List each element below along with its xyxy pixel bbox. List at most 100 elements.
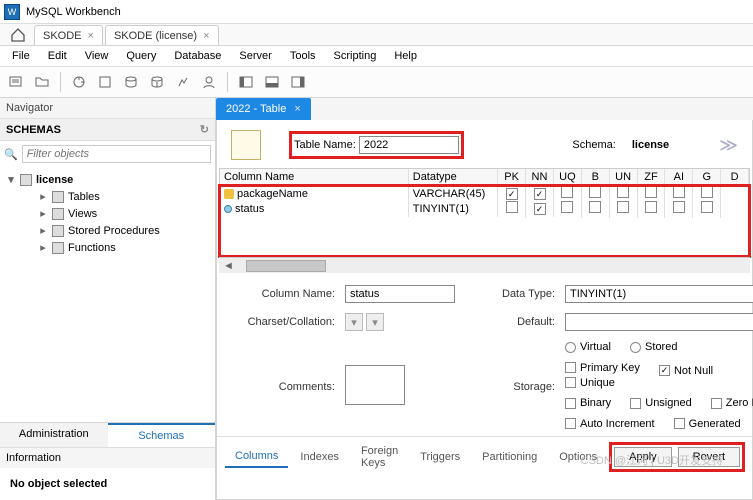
col-header-pk[interactable]: PK	[498, 169, 526, 185]
checkbox[interactable]	[589, 186, 601, 198]
tree-tables[interactable]: ▸Tables	[2, 188, 213, 205]
checkbox[interactable]	[645, 201, 657, 213]
checkbox[interactable]	[506, 201, 518, 213]
col-header-uq[interactable]: UQ	[554, 169, 582, 185]
col-header-un[interactable]: UN	[610, 169, 638, 185]
default-input[interactable]	[565, 313, 753, 331]
table-row[interactable]: statusTINYINT(1)✓	[220, 201, 749, 216]
menu-database[interactable]: Database	[166, 48, 229, 64]
panel-bottom-button[interactable]	[260, 70, 284, 94]
menu-query[interactable]: Query	[118, 48, 164, 64]
menu-help[interactable]: Help	[386, 48, 425, 64]
tree-views[interactable]: ▸Views	[2, 205, 213, 222]
collation-dropdown[interactable]: ▾	[366, 313, 384, 331]
radio-virtual[interactable]: Virtual	[565, 341, 611, 353]
checkbox[interactable]: ✓	[506, 188, 518, 200]
data-import-button[interactable]	[145, 70, 169, 94]
apply-button[interactable]: Apply	[614, 447, 672, 467]
check-binary[interactable]: Binary	[565, 397, 611, 409]
expand-icon[interactable]: ▸	[38, 241, 48, 254]
checkbox[interactable]: ✓	[534, 188, 546, 200]
menu-file[interactable]: File	[4, 48, 38, 64]
db-node[interactable]: ▾ license	[2, 171, 213, 188]
conn-tab-0[interactable]: SKODE ×	[34, 25, 103, 45]
open-sql-script-button[interactable]	[30, 70, 54, 94]
schema-tree[interactable]: ▾ license ▸Tables ▸Views ▸Stored Procedu…	[0, 167, 215, 422]
menu-view[interactable]: View	[77, 48, 117, 64]
tree-functions[interactable]: ▸Functions	[2, 239, 213, 256]
radio-stored[interactable]: Stored	[630, 341, 677, 353]
checkbox[interactable]	[701, 186, 713, 198]
table-name-input[interactable]	[359, 136, 459, 154]
tab-triggers[interactable]: Triggers	[410, 447, 470, 467]
menu-server[interactable]: Server	[231, 48, 279, 64]
col-header-name[interactable]: Column Name	[220, 169, 409, 185]
conn-tab-1[interactable]: SKODE (license) ×	[105, 25, 219, 45]
tab-schemas[interactable]: Schemas	[108, 423, 216, 447]
checkbox[interactable]: ✓	[534, 203, 546, 215]
columns-body[interactable]: packageNameVARCHAR(45)✓✓statusTINYINT(1)…	[220, 186, 749, 256]
panel-left-button[interactable]	[234, 70, 258, 94]
admin-button[interactable]	[93, 70, 117, 94]
check-not-null[interactable]: ✓Not Null	[659, 365, 713, 377]
tab-administration[interactable]: Administration	[0, 423, 108, 447]
expand-icon[interactable]: ▸	[38, 207, 48, 220]
checkbox[interactable]	[701, 201, 713, 213]
users-button[interactable]	[197, 70, 221, 94]
checkbox[interactable]	[617, 201, 629, 213]
expand-icon[interactable]: ▾	[6, 173, 16, 186]
column-name-input[interactable]	[345, 285, 455, 303]
tab-partitioning[interactable]: Partitioning	[472, 447, 547, 467]
check-auto-increment[interactable]: Auto Increment	[565, 418, 655, 430]
col-header-g[interactable]: G	[693, 169, 721, 185]
check-primary-key[interactable]: Primary Key	[565, 362, 640, 374]
expand-icon[interactable]: ▸	[38, 224, 48, 237]
tab-foreign-keys[interactable]: Foreign Keys	[351, 441, 408, 473]
expand-collapse-icon[interactable]: ≫	[719, 135, 738, 156]
tree-stored-procedures[interactable]: ▸Stored Procedures	[2, 222, 213, 239]
checkbox[interactable]	[561, 201, 573, 213]
reconnect-button[interactable]	[67, 70, 91, 94]
datatype-input[interactable]	[565, 285, 753, 303]
menu-edit[interactable]: Edit	[40, 48, 75, 64]
refresh-icon[interactable]: ↻	[200, 123, 209, 136]
checkbox[interactable]	[617, 186, 629, 198]
checkbox[interactable]	[589, 201, 601, 213]
tab-options[interactable]: Options	[549, 447, 607, 467]
checkbox[interactable]	[673, 186, 685, 198]
filter-input[interactable]	[22, 145, 211, 163]
panel-right-button[interactable]	[286, 70, 310, 94]
scroll-left-icon[interactable]: ◄	[219, 260, 238, 272]
editor-tab-active[interactable]: 2022 - Table ×	[216, 98, 311, 120]
col-header-b[interactable]: B	[582, 169, 610, 185]
data-export-button[interactable]	[119, 70, 143, 94]
check-unsigned[interactable]: Unsigned	[630, 397, 691, 409]
close-icon[interactable]: ×	[294, 103, 300, 115]
menu-tools[interactable]: Tools	[282, 48, 324, 64]
expand-icon[interactable]: ▸	[38, 190, 48, 203]
col-header-type[interactable]: Datatype	[409, 169, 498, 185]
check-zero-fill[interactable]: Zero Fill	[711, 397, 753, 409]
col-header-nn[interactable]: NN	[526, 169, 554, 185]
revert-button[interactable]: Revert	[678, 447, 740, 467]
charset-dropdown[interactable]: ▾	[345, 313, 363, 331]
col-header-ai[interactable]: AI	[665, 169, 693, 185]
tab-indexes[interactable]: Indexes	[290, 447, 349, 467]
scroll-thumb[interactable]	[246, 260, 326, 272]
col-header-d[interactable]: D	[721, 169, 749, 185]
col-header-zf[interactable]: ZF	[638, 169, 666, 185]
comments-input[interactable]	[345, 365, 405, 405]
check-generated[interactable]: Generated	[674, 418, 741, 430]
close-icon[interactable]: ×	[203, 30, 209, 42]
checkbox[interactable]	[561, 186, 573, 198]
tab-columns[interactable]: Columns	[225, 446, 288, 468]
checkbox[interactable]	[645, 186, 657, 198]
check-unique[interactable]: Unique	[565, 377, 615, 389]
server-status-button[interactable]	[171, 70, 195, 94]
new-sql-tab-button[interactable]	[4, 70, 28, 94]
close-icon[interactable]: ×	[88, 30, 94, 42]
home-tab[interactable]	[4, 25, 32, 45]
checkbox[interactable]	[673, 201, 685, 213]
menu-scripting[interactable]: Scripting	[326, 48, 385, 64]
horizontal-scrollbar[interactable]: ◄	[219, 257, 750, 273]
